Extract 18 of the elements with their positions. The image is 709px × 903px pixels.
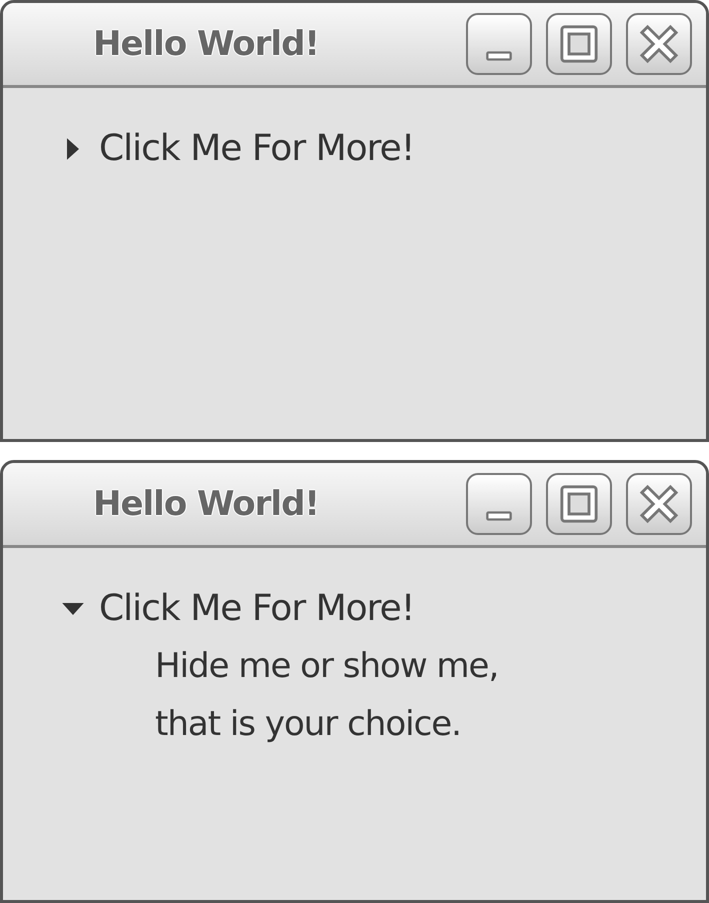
window-title: Hello World! [93, 24, 319, 64]
content-text: Hide me or show me, [155, 645, 498, 688]
minimize-icon [485, 50, 513, 62]
minimize-button[interactable] [466, 473, 532, 535]
maximize-button[interactable] [546, 13, 612, 75]
expander-header[interactable]: Click Me For More! [61, 128, 414, 169]
content-text: that is your choice. [155, 703, 462, 746]
maximize-icon [559, 24, 599, 64]
window-title: Hello World! [93, 484, 319, 524]
maximize-icon [559, 484, 599, 524]
close-icon [639, 24, 679, 64]
close-icon [639, 484, 679, 524]
close-button[interactable] [626, 13, 692, 75]
close-button[interactable] [626, 473, 692, 535]
minimize-icon [485, 510, 513, 522]
maximize-button[interactable] [546, 473, 612, 535]
minimize-button[interactable] [466, 13, 532, 75]
expander-header[interactable]: Click Me For More! [61, 588, 414, 629]
